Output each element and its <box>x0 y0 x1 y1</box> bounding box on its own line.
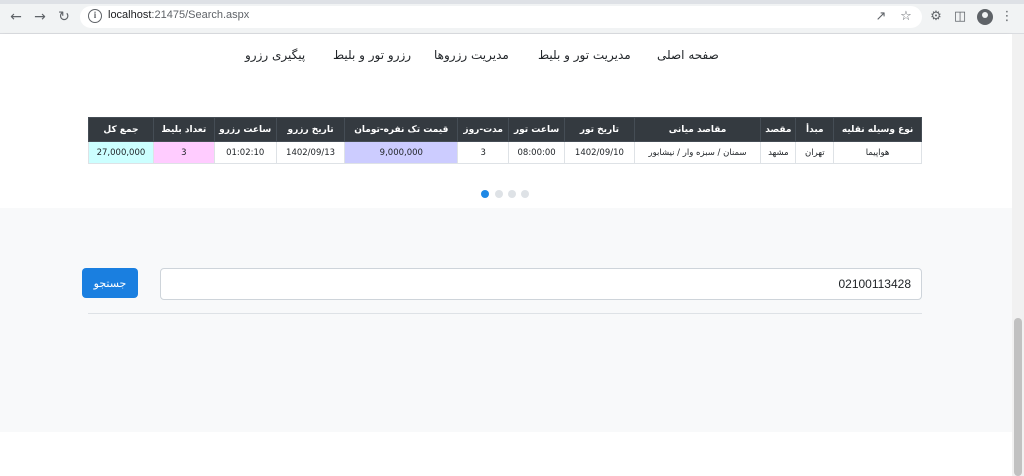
header-reservation-time: ساعت رزرو <box>213 117 277 142</box>
profile-avatar-icon[interactable] <box>977 9 993 25</box>
page-footer-space <box>0 432 1012 476</box>
header-stops: مقاصد میانی <box>633 117 762 142</box>
cell-ticket-count: 3 <box>152 141 215 164</box>
menu-kebab-icon[interactable]: ⋮ <box>999 9 1015 25</box>
search-input[interactable] <box>160 268 922 300</box>
side-panel-icon[interactable]: ◫ <box>952 9 968 25</box>
nav-tracking[interactable]: پیگیری رزرو <box>245 48 305 62</box>
header-ticket-count: تعداد بلیط <box>152 117 215 142</box>
cell-origin: تهران <box>795 141 835 164</box>
search-section: جستجو <box>0 208 1012 432</box>
site-info-icon[interactable]: i <box>88 9 102 23</box>
bookmark-star-icon[interactable]: ☆ <box>898 9 914 25</box>
divider <box>88 313 922 314</box>
header-vehicle-type: نوع وسیله نقلیه <box>833 117 922 142</box>
extensions-icon[interactable]: ⚙ <box>928 9 944 25</box>
share-icon[interactable]: ↗ <box>873 9 889 25</box>
nav-home[interactable]: صفحه اصلی <box>657 48 719 62</box>
carousel-indicator-1[interactable] <box>481 190 489 198</box>
cell-reservation-date: 1402/09/13 <box>275 141 346 164</box>
header-reservation-date: تاریخ رزرو <box>275 117 346 142</box>
cell-stops: سمنان / سبزه وار / نیشابور <box>633 141 762 164</box>
address-bar[interactable]: i localhost:21475/Search.aspx <box>80 6 922 28</box>
nav-manage-tours[interactable]: مدیریت تور و بلیط <box>538 48 631 62</box>
cell-total: 27,000,000 <box>88 141 154 164</box>
cell-duration-days: 3 <box>457 141 510 164</box>
cell-vehicle-type: هواپیما <box>833 141 922 164</box>
cell-tour-date: 1402/09/10 <box>564 141 635 164</box>
header-destination: مقصد <box>760 117 797 142</box>
carousel-indicator-3[interactable] <box>508 190 516 198</box>
url-path: :21475/Search.aspx <box>151 9 250 21</box>
header-duration-days: مدت-روز <box>457 117 510 142</box>
url-host: localhost <box>108 9 152 21</box>
cell-tour-time: 08:00:00 <box>508 141 566 164</box>
carousel-indicator-2[interactable] <box>495 190 503 198</box>
url-text: localhost:21475/Search.aspx <box>108 9 249 21</box>
header-tour-date: تاریخ تور <box>564 117 635 142</box>
nav-manage-reservations[interactable]: مدیریت رزروها <box>434 48 509 62</box>
table-row[interactable]: هواپیما تهران مشهد سمنان / سبزه وار / نی… <box>88 141 922 164</box>
back-arrow-icon[interactable]: ← <box>8 9 24 25</box>
browser-toolbar: ← → ↻ i localhost:21475/Search.aspx ↗ ☆ … <box>0 0 1024 34</box>
cell-reservation-time: 01:02:10 <box>213 141 277 164</box>
header-total: جمع کل <box>88 117 154 142</box>
forward-arrow-icon[interactable]: → <box>32 9 48 25</box>
header-tour-time: ساعت تور <box>508 117 566 142</box>
reload-icon[interactable]: ↻ <box>56 9 72 25</box>
search-button[interactable]: جستجو <box>82 268 138 298</box>
table-header-row: نوع وسیله نقلیه مبدأ مقصد مقاصد میانی تا… <box>88 117 922 142</box>
header-unit-price: قیمت تک نفره-تومان <box>344 117 459 142</box>
results-table: نوع وسیله نقلیه مبدأ مقصد مقاصد میانی تا… <box>88 117 922 164</box>
site-navbar: صفحه اصلی مدیریت تور و بلیط مدیریت رزروه… <box>0 34 1012 82</box>
scrollbar-thumb[interactable] <box>1014 318 1022 476</box>
cell-unit-price: 9,000,000 <box>344 141 459 164</box>
carousel-indicator-4[interactable] <box>521 190 529 198</box>
cell-destination: مشهد <box>760 141 797 164</box>
nav-reserve-tour[interactable]: رزرو تور و بلیط <box>333 48 411 62</box>
tab-strip <box>0 0 1024 4</box>
header-origin: مبدأ <box>795 117 835 142</box>
